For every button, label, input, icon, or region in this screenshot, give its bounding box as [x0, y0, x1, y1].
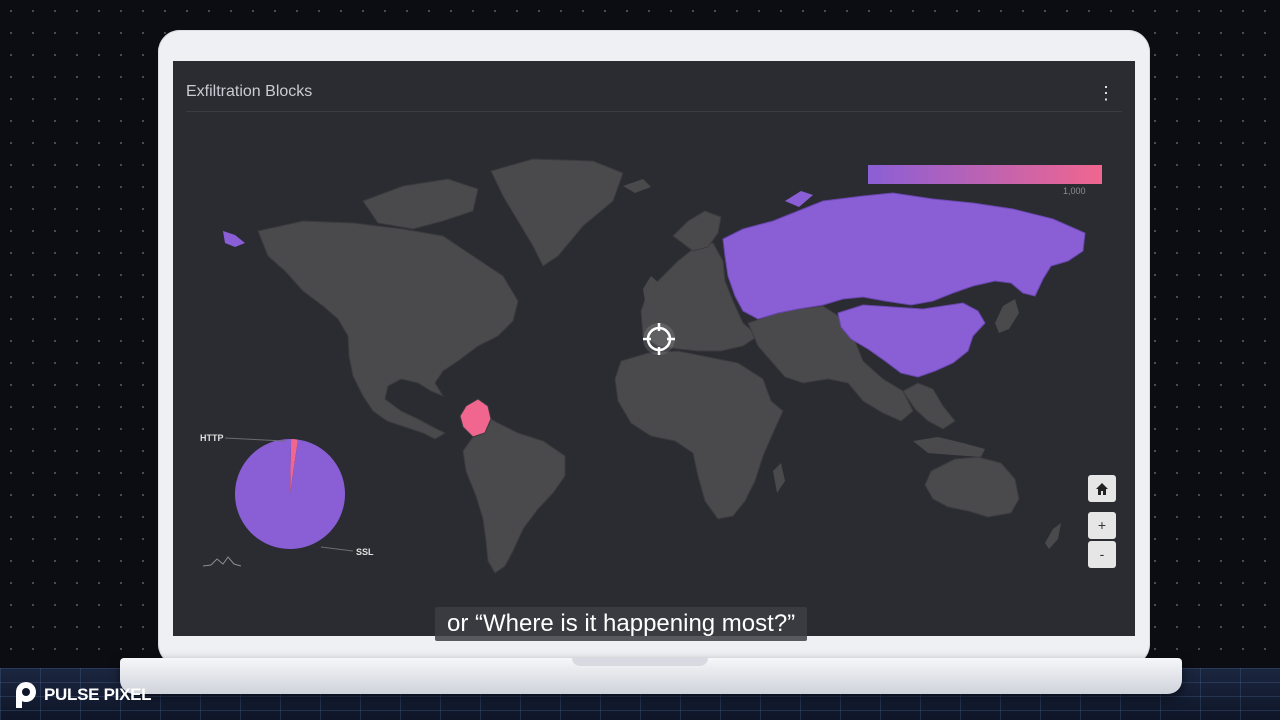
pulse-pixel-logo-icon: [16, 682, 36, 708]
map-iceland: [623, 179, 651, 193]
home-icon: [1096, 483, 1108, 496]
video-caption: or “Where is it happening most?”: [435, 607, 808, 641]
zoom-out-button[interactable]: -: [1088, 541, 1116, 568]
map-indonesia: [913, 437, 985, 457]
pie-label-ssl: SSL: [356, 547, 374, 557]
map-australia: [924, 456, 1020, 518]
crosshair-cursor-icon: [643, 323, 675, 355]
map-madagascar: [773, 463, 785, 493]
color-scale-legend: [868, 165, 1102, 184]
pie-ssl-leader: [320, 546, 354, 552]
pie-http-leader: [224, 437, 286, 442]
map-africa: [614, 350, 784, 520]
dashboard-screen: Exfiltration Blocks ⋮ HTTP SSL 1,000 + -: [173, 61, 1135, 636]
map-arctic-islands: [362, 178, 479, 230]
map-new-zealand: [1045, 523, 1061, 549]
sparkline: [202, 556, 242, 567]
pie-slice-ssl: [234, 439, 345, 549]
map-japan: [995, 299, 1019, 333]
map-greenland: [490, 158, 624, 267]
pie-label-http: HTTP: [200, 433, 224, 443]
map-alaska-tip: [223, 231, 245, 247]
laptop-notch: [572, 658, 708, 666]
legend-max-label: 1,000: [1063, 186, 1086, 196]
brand-name: PULSE PIXEL: [44, 685, 152, 704]
map-novaya-zemlya: [785, 191, 813, 207]
protocol-pie-chart: [234, 439, 345, 549]
map-russia[interactable]: [722, 192, 1086, 320]
world-map[interactable]: [173, 61, 1135, 636]
map-south-america: [462, 418, 566, 574]
zoom-in-button[interactable]: +: [1088, 512, 1116, 539]
brand-watermark: PULSE PIXEL: [14, 681, 152, 709]
map-home-button[interactable]: [1088, 475, 1116, 502]
